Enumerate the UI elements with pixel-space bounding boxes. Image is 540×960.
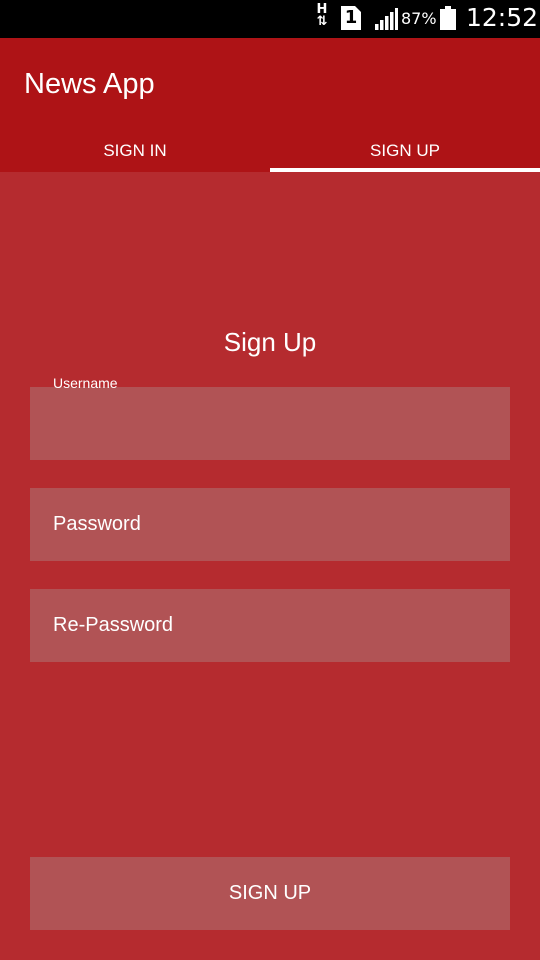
password-field[interactable] — [30, 488, 510, 561]
tab-sign-in-label: SIGN IN — [103, 141, 167, 160]
password-input[interactable] — [30, 488, 510, 561]
app-title: News App — [24, 68, 155, 100]
tab-sign-up-label: SIGN UP — [370, 141, 440, 160]
network-h-icon: H ⇅ — [316, 2, 328, 29]
sim-1-icon: 1 — [341, 6, 361, 30]
form-title: Sign Up — [223, 327, 317, 357]
signal-icon — [375, 8, 398, 30]
battery-percent: 87% — [401, 9, 437, 28]
sign-up-button[interactable]: SIGN UP — [30, 857, 510, 930]
app-bar: News App SIGN IN SIGN UP — [0, 38, 540, 172]
re-password-field[interactable] — [30, 589, 510, 662]
username-label: Username — [53, 375, 118, 391]
username-input[interactable] — [30, 387, 510, 460]
status-clock: 12:52 — [466, 3, 539, 32]
sign-up-screen: H⇅ 1 87% 12:52 News App SIGN IN SIGN UP — [0, 0, 540, 960]
re-password-input[interactable] — [30, 589, 510, 662]
battery-icon — [440, 6, 456, 30]
tab-sign-up[interactable]: SIGN UP — [270, 132, 540, 172]
selected-tab-indicator — [270, 168, 540, 172]
username-field[interactable] — [30, 387, 510, 460]
tab-sign-in[interactable]: SIGN IN — [0, 132, 270, 172]
status-bar: H ⇅ 1 87% 12:52 — [0, 0, 540, 38]
